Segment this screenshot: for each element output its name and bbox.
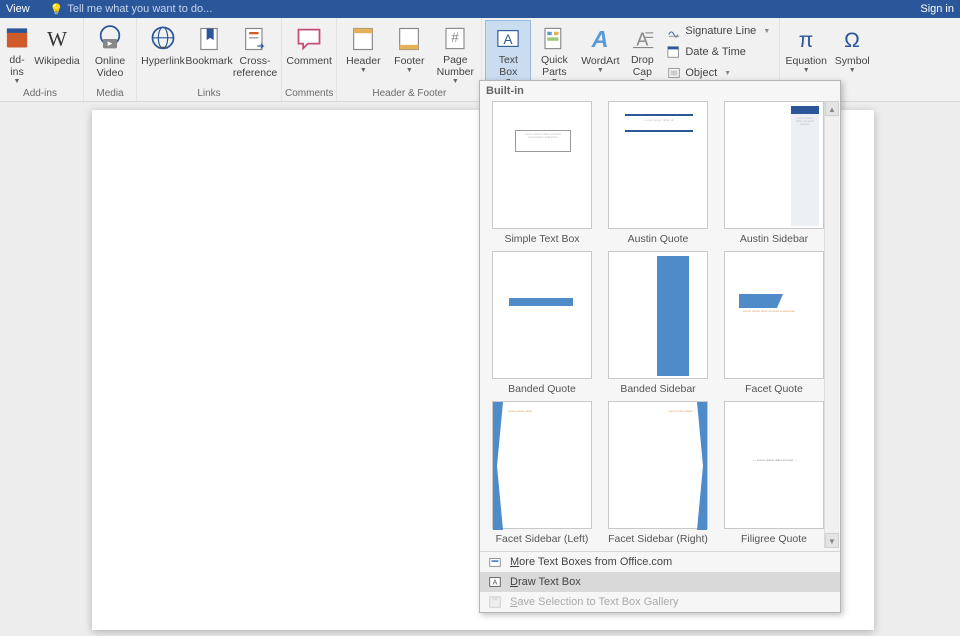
draw-text-box-item[interactable]: A Draw Text Box bbox=[480, 572, 840, 592]
svg-text:A: A bbox=[637, 29, 649, 49]
group-addins: dd-ins ▼ W Wikipedia Add-ins bbox=[0, 18, 84, 101]
gallery-item-simple-text-box[interactable]: Lorem ipsum dolor sit amet consectetur a… bbox=[486, 101, 598, 247]
wikipedia-icon: W bbox=[43, 25, 71, 53]
group-label-addins: Add-ins bbox=[23, 86, 57, 99]
hyperlink-icon bbox=[149, 25, 177, 53]
scroll-up-icon[interactable]: ▲ bbox=[825, 101, 839, 116]
bookmark-icon bbox=[195, 25, 223, 53]
footer-button[interactable]: Footer ▼ bbox=[386, 20, 432, 86]
drop-cap-button[interactable]: A Drop Cap ▼ bbox=[623, 20, 661, 86]
quick-parts-button[interactable]: Quick Parts ▼ bbox=[531, 20, 577, 86]
gallery-item-facet-sidebar-right[interactable]: Lorem ipsum dolor Facet Sidebar (Right) bbox=[602, 401, 714, 547]
online-video-icon bbox=[96, 25, 124, 53]
lightbulb-icon: 💡 bbox=[50, 3, 64, 16]
date-time-icon bbox=[667, 45, 681, 59]
header-button[interactable]: Header ▼ bbox=[340, 20, 386, 86]
svg-text:#: # bbox=[452, 30, 460, 45]
dropdown-section-header: Built-in bbox=[480, 81, 840, 101]
save-selection-item: Save Selection to Text Box Gallery bbox=[480, 592, 840, 612]
gallery-item-austin-quote[interactable]: Lorem ipsum dolor sit Austin Quote bbox=[602, 101, 714, 247]
svg-text:A: A bbox=[504, 32, 513, 47]
addins-button-cut[interactable]: dd-ins ▼ bbox=[0, 20, 34, 86]
svg-text:Ω: Ω bbox=[844, 29, 860, 52]
wordart-button[interactable]: A WordArt ▼ bbox=[577, 20, 623, 86]
header-icon bbox=[349, 25, 377, 53]
cross-reference-button[interactable]: Cross- reference bbox=[232, 20, 278, 86]
more-text-boxes-item[interactable]: More Text Boxes from Office.com bbox=[480, 552, 840, 572]
footer-icon bbox=[395, 25, 423, 53]
cross-reference-icon bbox=[241, 25, 269, 53]
svg-text:W: W bbox=[47, 27, 67, 51]
bookmark-button[interactable]: Bookmark bbox=[186, 20, 232, 86]
symbol-button[interactable]: Ω Symbol ▼ bbox=[829, 20, 875, 86]
page-number-button[interactable]: # Page Number ▼ bbox=[432, 20, 478, 86]
gallery-item-facet-quote[interactable]: Lorem ipsum dolor sit amet consectetur F… bbox=[718, 251, 830, 397]
page-number-icon: # bbox=[441, 25, 469, 52]
text-box-icon: A bbox=[494, 25, 522, 52]
group-label-hf: Header & Footer bbox=[372, 86, 446, 99]
signature-line-button[interactable]: Signature Line▼ bbox=[663, 21, 774, 41]
gallery-item-banded-sidebar[interactable]: Banded Sidebar bbox=[602, 251, 714, 397]
text-box-gallery: Lorem ipsum dolor sit amet consectetur a… bbox=[480, 101, 840, 551]
save-gallery-icon bbox=[488, 595, 502, 609]
store-icon bbox=[3, 25, 31, 52]
sign-in-link[interactable]: Sign in bbox=[920, 3, 954, 15]
svg-text:π: π bbox=[799, 29, 814, 52]
group-label-comments: Comments bbox=[285, 86, 333, 99]
object-icon bbox=[667, 66, 681, 80]
signature-icon bbox=[667, 24, 681, 38]
wikipedia-button[interactable]: W Wikipedia bbox=[34, 20, 80, 86]
comment-icon bbox=[295, 25, 323, 53]
search-placeholder: Tell me what you want to do... bbox=[67, 3, 212, 15]
equation-button[interactable]: π Equation ▼ bbox=[783, 20, 829, 86]
gallery-item-facet-sidebar-left[interactable]: Lorem ipsum dolor Facet Sidebar (Left) bbox=[486, 401, 598, 547]
comment-button[interactable]: Comment bbox=[286, 20, 332, 86]
group-comments: Comment Comments bbox=[282, 18, 337, 101]
tell-me-search[interactable]: 💡 Tell me what you want to do... bbox=[50, 3, 213, 16]
drop-cap-icon: A bbox=[628, 25, 656, 52]
scroll-down-icon[interactable]: ▼ bbox=[825, 533, 839, 548]
group-links: Hyperlink Bookmark Cross- reference Link… bbox=[137, 18, 282, 101]
title-bar: View 💡 Tell me what you want to do... Si… bbox=[0, 0, 960, 18]
wordart-icon: A bbox=[586, 25, 614, 53]
group-label-links: Links bbox=[197, 86, 220, 99]
text-box-button[interactable]: A Text Box ▼ bbox=[485, 20, 531, 86]
gallery-scrollbar[interactable]: ▲ ▼ bbox=[824, 101, 839, 548]
symbol-icon: Ω bbox=[838, 25, 866, 53]
hyperlink-button[interactable]: Hyperlink bbox=[140, 20, 186, 86]
gallery-item-filigree-quote[interactable]: — Lorem ipsum dolor sit amet — Filigree … bbox=[718, 401, 830, 547]
text-box-dropdown: Built-in Lorem ipsum dolor sit amet cons… bbox=[479, 80, 841, 613]
draw-text-box-icon: A bbox=[488, 575, 502, 589]
gallery-item-banded-quote[interactable]: Banded Quote bbox=[486, 251, 598, 397]
equation-icon: π bbox=[792, 25, 820, 53]
date-time-button[interactable]: Date & Time bbox=[663, 42, 774, 62]
svg-text:A: A bbox=[591, 26, 609, 52]
group-label-media: Media bbox=[96, 86, 123, 99]
quick-parts-icon bbox=[540, 25, 568, 52]
group-media: Online Video Media bbox=[84, 18, 137, 101]
tab-view[interactable]: View bbox=[6, 3, 30, 15]
gallery-item-austin-sidebar[interactable]: Lorem ipsum dolor sit amet consec Austin… bbox=[718, 101, 830, 247]
svg-text:A: A bbox=[493, 580, 498, 587]
group-header-footer: Header ▼ Footer ▼ # Page Number ▼ Header… bbox=[337, 18, 482, 101]
dropdown-footer: More Text Boxes from Office.com A Draw T… bbox=[480, 551, 840, 612]
online-video-button[interactable]: Online Video bbox=[87, 20, 133, 86]
office-icon bbox=[488, 555, 502, 569]
